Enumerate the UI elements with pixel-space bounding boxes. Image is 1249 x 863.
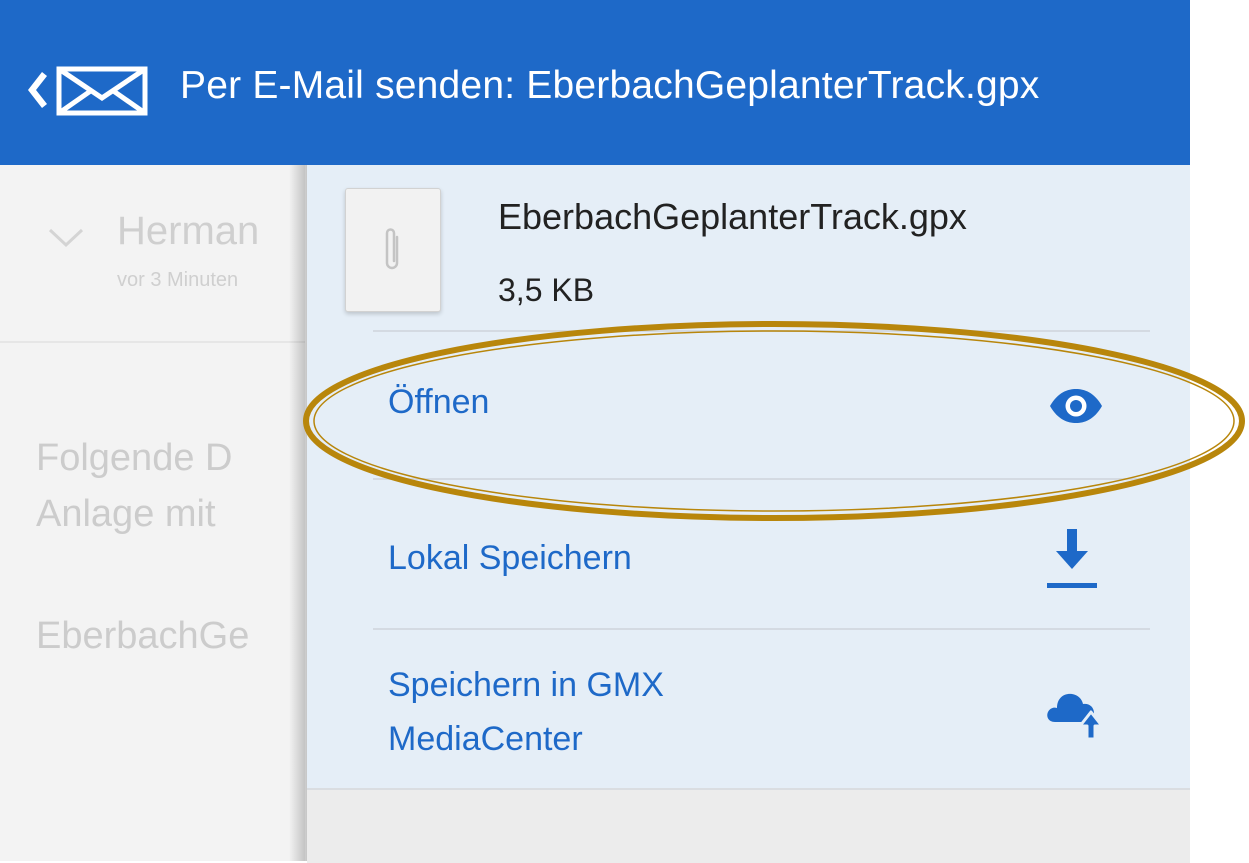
- eye-icon: [1050, 389, 1102, 423]
- save-mediacenter-label-line-1: Speichern in GMX: [388, 666, 664, 704]
- attachment-name: EberbachGeplanterTrack.gpx: [498, 196, 967, 237]
- sheet-footer: [307, 788, 1190, 863]
- open-action[interactable]: Öffnen: [373, 332, 1150, 477]
- save-mediacenter-label-line-2: MediaCenter: [388, 720, 583, 758]
- email-body-line-1: Folgende D: [36, 437, 233, 479]
- download-icon: [1047, 529, 1097, 588]
- email-attachment-name: EberbachGe: [36, 615, 250, 657]
- paperclip-icon: [385, 228, 399, 270]
- attachment-thumbnail: [345, 188, 441, 312]
- save-local-action[interactable]: Lokal Speichern: [373, 480, 1150, 628]
- email-time: vor 3 Minuten: [117, 269, 239, 291]
- right-margin: [1190, 0, 1249, 861]
- chevron-left-icon[interactable]: [22, 68, 48, 112]
- email-body: Folgende D Anlage mit: [36, 430, 232, 542]
- chevron-down-icon: [48, 228, 84, 248]
- open-action-label: Öffnen: [388, 383, 490, 421]
- mail-icon[interactable]: [56, 66, 148, 116]
- email-sender: Herman: [117, 209, 260, 253]
- email-divider: [0, 341, 305, 343]
- attachment-size: 3,5 KB: [498, 272, 595, 308]
- save-mediacenter-action[interactable]: Speichern in GMX MediaCenter: [373, 630, 1150, 788]
- sheet-shadow: [289, 165, 307, 861]
- email-body-line-2: Anlage mit: [36, 493, 216, 535]
- header-title: Per E-Mail senden: EberbachGeplanterTrac…: [180, 64, 1040, 107]
- email-background: Herman vor 3 Minuten Folgende D Anlage m…: [0, 165, 305, 861]
- cloud-upload-icon: [1047, 693, 1104, 740]
- save-local-action-label: Lokal Speichern: [388, 539, 632, 577]
- app-header: Per E-Mail senden: EberbachGeplanterTrac…: [0, 0, 1190, 165]
